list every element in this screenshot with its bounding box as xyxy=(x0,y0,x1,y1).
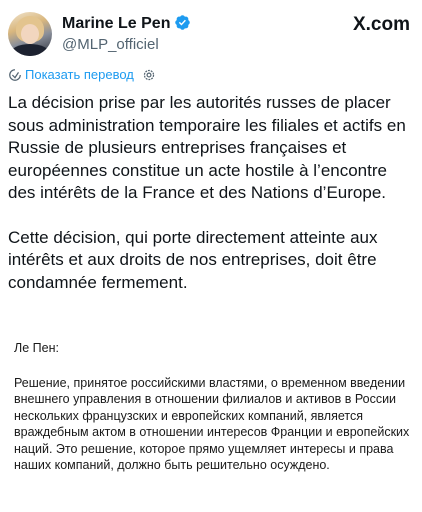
translation-lead: Ле Пен: xyxy=(14,341,59,355)
translate-icon xyxy=(9,69,21,81)
translate-row[interactable]: Показать перевод xyxy=(8,67,156,87)
verified-badge-icon xyxy=(175,15,191,30)
tweet-paragraph: La décision prise par les autorités russ… xyxy=(8,93,406,202)
author-handle[interactable]: @MLP_officiel xyxy=(62,36,159,53)
translation-body: Решение, принятое российскими властями, … xyxy=(14,375,410,473)
avatar[interactable] xyxy=(8,12,52,56)
author-display-name[interactable]: Marine Le Pen xyxy=(62,15,170,32)
avatar-coat xyxy=(10,44,50,56)
tweet-header: Marine Le Pen @MLP_officiel X.com xyxy=(8,8,414,62)
x-logo-icon[interactable]: X.com xyxy=(353,14,410,36)
author-name-row[interactable]: Marine Le Pen xyxy=(62,14,191,33)
translate-link[interactable]: Показать перевод xyxy=(25,67,134,82)
platform-label: X.com xyxy=(352,14,410,35)
avatar-face xyxy=(21,24,39,44)
translation-caption: Ле Пен: Решение, принятое российскими вл… xyxy=(14,340,412,474)
tweet-paragraph: Cette décision, qui porte directement at… xyxy=(8,227,378,292)
gear-icon[interactable] xyxy=(142,68,156,82)
tweet-text: La décision prise par les autorités russ… xyxy=(8,92,414,294)
